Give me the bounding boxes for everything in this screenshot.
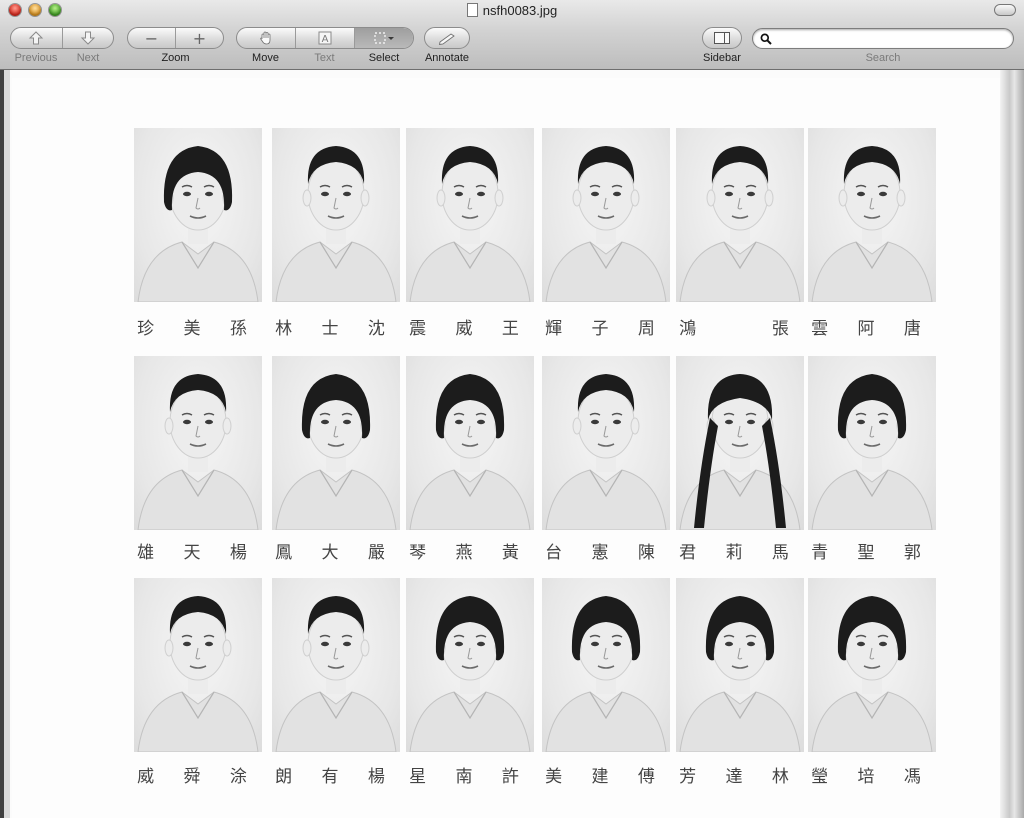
student-name: 珍 美 孫: [137, 319, 259, 339]
move-label: Move: [252, 52, 279, 64]
sidebar-label: Sidebar: [703, 52, 741, 64]
student-photo: [676, 578, 804, 752]
pencil-icon: [438, 33, 455, 45]
minus-icon: −: [144, 28, 159, 48]
student-photo: [272, 356, 400, 530]
annotate-label: Annotate: [424, 52, 470, 64]
portrait-illustration: [137, 146, 259, 302]
student-name: 君 莉 馬: [679, 543, 801, 563]
portrait-illustration: [409, 146, 531, 302]
student-name: 芳 達 林: [679, 767, 801, 787]
next-button[interactable]: [63, 28, 114, 48]
document-viewer[interactable]: 珍 美 孫 林 士 沈 震 威 王 輝 子 周 鴻 張 雲 阿 唐 雄 天 楊 …: [0, 70, 1024, 818]
svg-text:A: A: [322, 34, 329, 45]
move-tool-button[interactable]: [237, 28, 296, 48]
portrait-illustration: [811, 596, 933, 752]
text-select-icon: A: [318, 31, 332, 45]
student-photo: [542, 128, 670, 302]
annotate-control: [424, 27, 470, 49]
portrait-illustration: [137, 374, 259, 530]
prev-next-control: [10, 27, 114, 49]
yearbook-page: 珍 美 孫 林 士 沈 震 威 王 輝 子 周 鴻 張 雲 阿 唐 雄 天 楊 …: [12, 78, 1000, 818]
portrait-illustration: [679, 146, 801, 302]
toolbar-toggle-button[interactable]: [994, 4, 1016, 16]
student-photo: [406, 578, 534, 752]
student-photo: [808, 578, 936, 752]
window-toolbar: nsfh0083.jpg Previous Next − + Zoom A Mo…: [0, 0, 1024, 70]
zoom-out-button[interactable]: −: [128, 28, 176, 48]
student-photo: [134, 578, 262, 752]
student-name: 威 舜 涂: [137, 767, 259, 787]
portrait-illustration: [137, 596, 259, 752]
student-name: 瑩 培 馮: [811, 767, 933, 787]
previous-button[interactable]: [11, 28, 63, 48]
student-name: 青 聖 郭: [811, 543, 933, 563]
zoom-label: Zoom: [161, 52, 190, 64]
sidebar-button[interactable]: [703, 28, 741, 48]
zoom-control: − +: [127, 27, 224, 49]
portrait-illustration: [409, 596, 531, 752]
select-label: Select: [368, 52, 400, 64]
sidebar-control: [702, 27, 742, 49]
marquee-select-icon: [374, 32, 394, 44]
document-icon: [466, 3, 478, 17]
hand-icon: [260, 31, 271, 45]
search-input[interactable]: [775, 30, 1009, 48]
window-title: nsfh0083.jpg: [0, 3, 1024, 18]
student-name: 琴 燕 黃: [409, 543, 531, 563]
student-name: 震 威 王: [409, 319, 531, 339]
student-name: 雄 天 楊: [137, 543, 259, 563]
student-photo: [272, 128, 400, 302]
portrait-illustration: [545, 596, 667, 752]
text-label: Text: [314, 52, 335, 64]
select-tool-button[interactable]: [355, 28, 413, 48]
student-name: 星 南 許: [409, 767, 531, 787]
student-name: 輝 子 周: [545, 319, 667, 339]
portrait-illustration: [679, 596, 801, 752]
search-label: Search: [865, 52, 901, 64]
magnifier-icon: [760, 33, 772, 45]
portrait-illustration: [409, 374, 531, 530]
down-arrow-icon: [80, 31, 95, 45]
student-photo: [808, 128, 936, 302]
portrait-illustration: [811, 374, 933, 530]
portrait-illustration: [545, 374, 667, 530]
student-name: 美 建 傅: [545, 767, 667, 787]
portrait-illustration: [545, 146, 667, 302]
student-name: 鴻 張: [679, 319, 801, 339]
student-photo: [272, 578, 400, 752]
student-photo: [808, 356, 936, 530]
student-photo: [676, 356, 804, 530]
portrait-illustration: [275, 146, 397, 302]
student-name: 朗 有 楊: [275, 767, 397, 787]
page-binding-edge: [1000, 70, 1024, 818]
student-name: 林 士 沈: [275, 319, 397, 339]
zoom-in-button[interactable]: +: [176, 28, 223, 48]
text-tool-button[interactable]: A: [296, 28, 355, 48]
window-title-text: nsfh0083.jpg: [482, 3, 558, 18]
student-name: 台 憲 陳: [545, 543, 667, 563]
student-name: 鳳 大 嚴: [275, 543, 397, 563]
student-photo: [134, 356, 262, 530]
tool-mode-control: A: [236, 27, 414, 49]
portrait-illustration: [679, 374, 801, 530]
student-photo: [406, 356, 534, 530]
up-arrow-icon: [29, 31, 44, 45]
portrait-illustration: [811, 146, 933, 302]
plus-icon: +: [192, 28, 207, 48]
portrait-illustration: [275, 596, 397, 752]
portrait-illustration: [275, 374, 397, 530]
search-field[interactable]: [752, 28, 1014, 49]
student-photo: [676, 128, 804, 302]
annotate-button[interactable]: [425, 28, 469, 48]
student-photo: [406, 128, 534, 302]
sidebar-icon: [714, 32, 730, 44]
student-photo: [134, 128, 262, 302]
student-photo: [542, 356, 670, 530]
student-photo: [542, 578, 670, 752]
student-name: 雲 阿 唐: [811, 319, 933, 339]
next-label: Next: [76, 52, 100, 64]
previous-label: Previous: [14, 52, 58, 64]
